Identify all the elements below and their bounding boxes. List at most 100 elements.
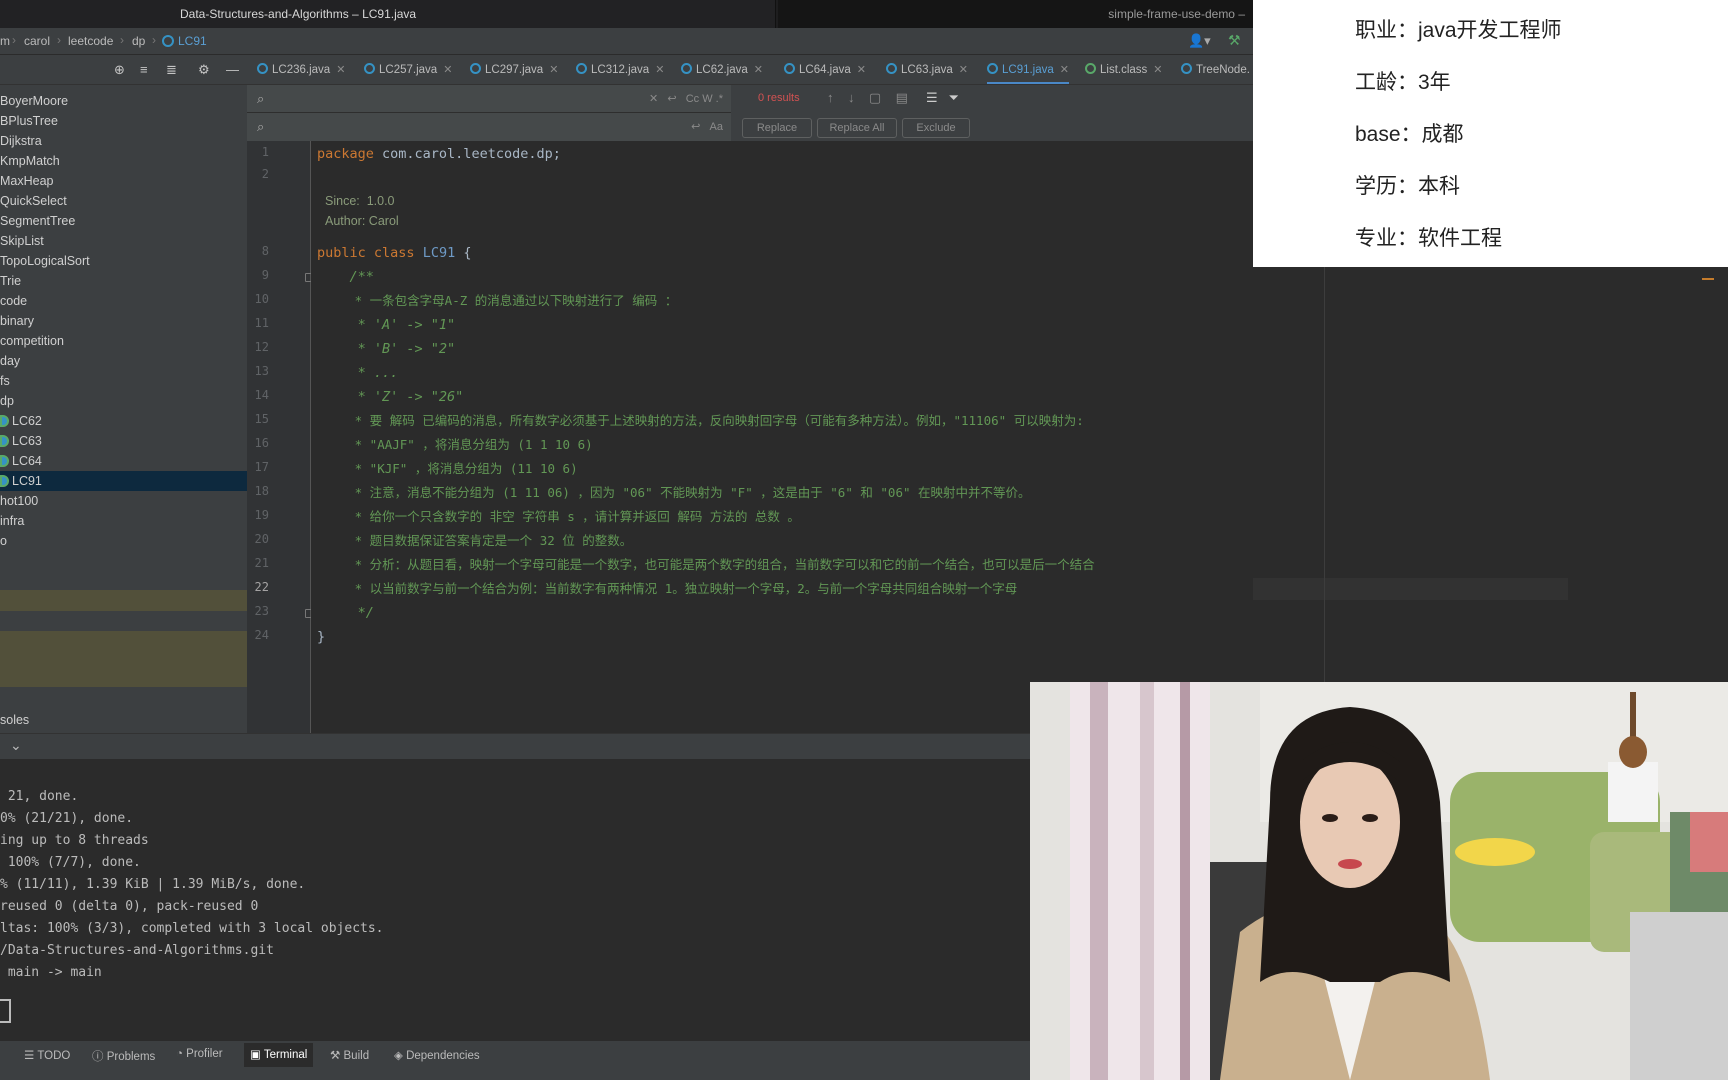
collapse-all-icon[interactable]: ≣ (166, 62, 177, 78)
replace-options[interactable]: ↩ Aa (691, 120, 723, 133)
replace-field[interactable]: ⌕ ↩ Aa (247, 113, 731, 141)
tab-lc312[interactable]: LC312.java ✕ (576, 55, 664, 84)
class-icon (470, 63, 481, 74)
exclude-button[interactable]: Exclude (902, 118, 970, 138)
tree-item-lc64[interactable]: LC64 (0, 451, 247, 471)
close-icon[interactable]: ✕ (549, 64, 558, 76)
tree-item[interactable]: o (0, 531, 247, 551)
close-icon[interactable]: ✕ (959, 64, 968, 76)
close-icon[interactable]: ✕ (857, 64, 866, 76)
tool-profiler[interactable]: ◔ Profiler (176, 1048, 223, 1060)
tree-item[interactable]: SegmentTree (0, 211, 247, 231)
tool-label: Build (343, 1050, 370, 1062)
tree-item[interactable]: dp (0, 391, 247, 411)
tool-problems[interactable]: ⓘ Problems (92, 1048, 155, 1064)
close-icon[interactable]: ✕ (754, 64, 763, 76)
code-line: /** (317, 269, 374, 285)
tree-item[interactable]: KmpMatch (0, 151, 247, 171)
line-number: 19 (254, 508, 269, 522)
navigation-bar: m › carol › leetcode › dp › LC91 👤▾ ⚒ (0, 28, 1253, 55)
newline-icon[interactable]: ↩ (691, 121, 700, 133)
tab-label: LC312.java (591, 64, 650, 76)
scratches-consoles-item[interactable]: soles (0, 713, 29, 727)
tree-item[interactable]: BPlusTree (0, 111, 247, 131)
tab-lc63[interactable]: LC63.java ✕ (886, 55, 968, 84)
expand-all-icon[interactable]: ≡ (140, 62, 148, 77)
close-icon[interactable]: ✕ (443, 64, 452, 76)
tree-item[interactable]: Trie (0, 271, 247, 291)
code-line: * 'B' -> "2" (317, 341, 456, 357)
tree-item-lc91[interactable]: LC91 (0, 471, 247, 491)
match-options[interactable]: Cc W .* (686, 93, 723, 105)
preserve-case-icon[interactable]: Aa (710, 121, 723, 133)
tree-item[interactable]: code (0, 291, 247, 311)
tab-lc236[interactable]: LC236.java ✕ (257, 55, 345, 84)
tool-dependencies[interactable]: ◈ Dependencies (394, 1048, 480, 1062)
scrollbar-marker[interactable] (1702, 278, 1714, 280)
code-editor[interactable]: package com.carol.leetcode.dp; Since: 1.… (311, 141, 1253, 733)
profiler-icon: ◔ (176, 1048, 183, 1060)
tab-lc91[interactable]: LC91.java ✕ (987, 55, 1070, 84)
multi-select-icon[interactable]: ▤ (896, 90, 908, 105)
tree-item-label: BPlusTree (0, 114, 58, 128)
tool-terminal[interactable]: ▣ Terminal (244, 1043, 314, 1067)
tree-item[interactable]: MaxHeap (0, 171, 247, 191)
breadcrumb-item[interactable]: dp (132, 34, 145, 48)
tool-build[interactable]: ⚒ Build (330, 1048, 369, 1062)
tree-item[interactable]: infra (0, 511, 247, 531)
tab-lc297[interactable]: LC297.java ✕ (470, 55, 558, 84)
tab-lc257[interactable]: LC257.java ✕ (364, 55, 452, 84)
user-icon[interactable]: 👤▾ (1188, 33, 1211, 49)
line-number: 24 (254, 628, 269, 642)
build-hammer-icon[interactable]: ⚒ (1228, 32, 1241, 49)
window-title: Data-Structures-and-Algorithms – LC91.ja… (180, 7, 417, 21)
tree-item-label: MaxHeap (0, 174, 54, 188)
breadcrumb-item[interactable]: leetcode (68, 34, 113, 48)
filter-lines-icon[interactable]: ☰ (926, 90, 938, 105)
tab-lc64[interactable]: LC64.java ✕ (784, 55, 866, 84)
close-icon[interactable]: ✕ (1060, 64, 1069, 76)
minimize-icon[interactable]: — (226, 62, 239, 77)
tree-item[interactable]: binary (0, 311, 247, 331)
line-number: 17 (254, 460, 269, 474)
close-icon[interactable]: ✕ (1153, 64, 1162, 76)
tree-item[interactable]: Dijkstra (0, 131, 247, 151)
tree-item-lc63[interactable]: LC63 (0, 431, 247, 451)
arrow-up-icon[interactable]: ↑ (827, 90, 834, 105)
breadcrumb-current[interactable]: LC91 (162, 34, 207, 48)
code-line: * 一条包含字母A-Z 的消息通过以下映射进行了 编码 ： (317, 293, 678, 308)
newline-icon[interactable]: ↩ (667, 93, 676, 105)
tree-item[interactable]: hot100 (0, 491, 247, 511)
tree-item[interactable]: day (0, 351, 247, 371)
tree-item[interactable]: SkipList (0, 231, 247, 251)
clear-icon[interactable]: ✕ (649, 93, 658, 105)
terminal-line: reused 0 (delta 0), pack-reused 0 (0, 899, 259, 914)
tool-todo[interactable]: ☰ TODO (24, 1048, 70, 1062)
replace-button[interactable]: Replace (742, 118, 812, 138)
locate-icon[interactable]: ⊕ (114, 62, 125, 78)
terminal-line: % (11/11), 1.39 KiB | 1.39 MiB/s, done. (0, 877, 306, 892)
close-icon[interactable]: ✕ (336, 64, 345, 76)
arrow-down-icon[interactable]: ↓ (848, 90, 855, 105)
select-all-occurrences-icon[interactable]: ▢ (869, 90, 881, 105)
close-icon[interactable]: ✕ (655, 64, 664, 76)
breadcrumb-item[interactable]: m (0, 34, 10, 48)
replace-all-button[interactable]: Replace All (817, 118, 897, 138)
breadcrumb-separator: › (12, 33, 16, 47)
find-options[interactable]: ✕ ↩ Cc W .* (649, 92, 723, 105)
find-field[interactable]: ⌕ ✕ ↩ Cc W .* (247, 85, 731, 113)
breadcrumb-item[interactable]: carol (24, 34, 50, 48)
filter-icon[interactable]: ⏷ (949, 90, 959, 105)
tab-lc62[interactable]: LC62.java ✕ (681, 55, 763, 84)
tab-list-class[interactable]: List.class ✕ (1085, 55, 1163, 84)
gear-icon[interactable]: ⚙ (198, 62, 210, 78)
chevron-down-icon[interactable]: ⌄ (10, 737, 22, 754)
tree-item[interactable]: TopoLogicalSort (0, 251, 247, 271)
tab-treenode[interactable]: TreeNode. (1181, 55, 1250, 84)
tree-item[interactable]: QuickSelect (0, 191, 247, 211)
tree-item-lc62[interactable]: LC62 (0, 411, 247, 431)
tree-item[interactable]: fs (0, 371, 247, 391)
tree-item[interactable]: BoyerMoore (0, 91, 247, 111)
tree-item[interactable]: competition (0, 331, 247, 351)
terminal-output[interactable]: 21, done. 0% (21/21), done. ing up to 8 … (0, 759, 1030, 1040)
